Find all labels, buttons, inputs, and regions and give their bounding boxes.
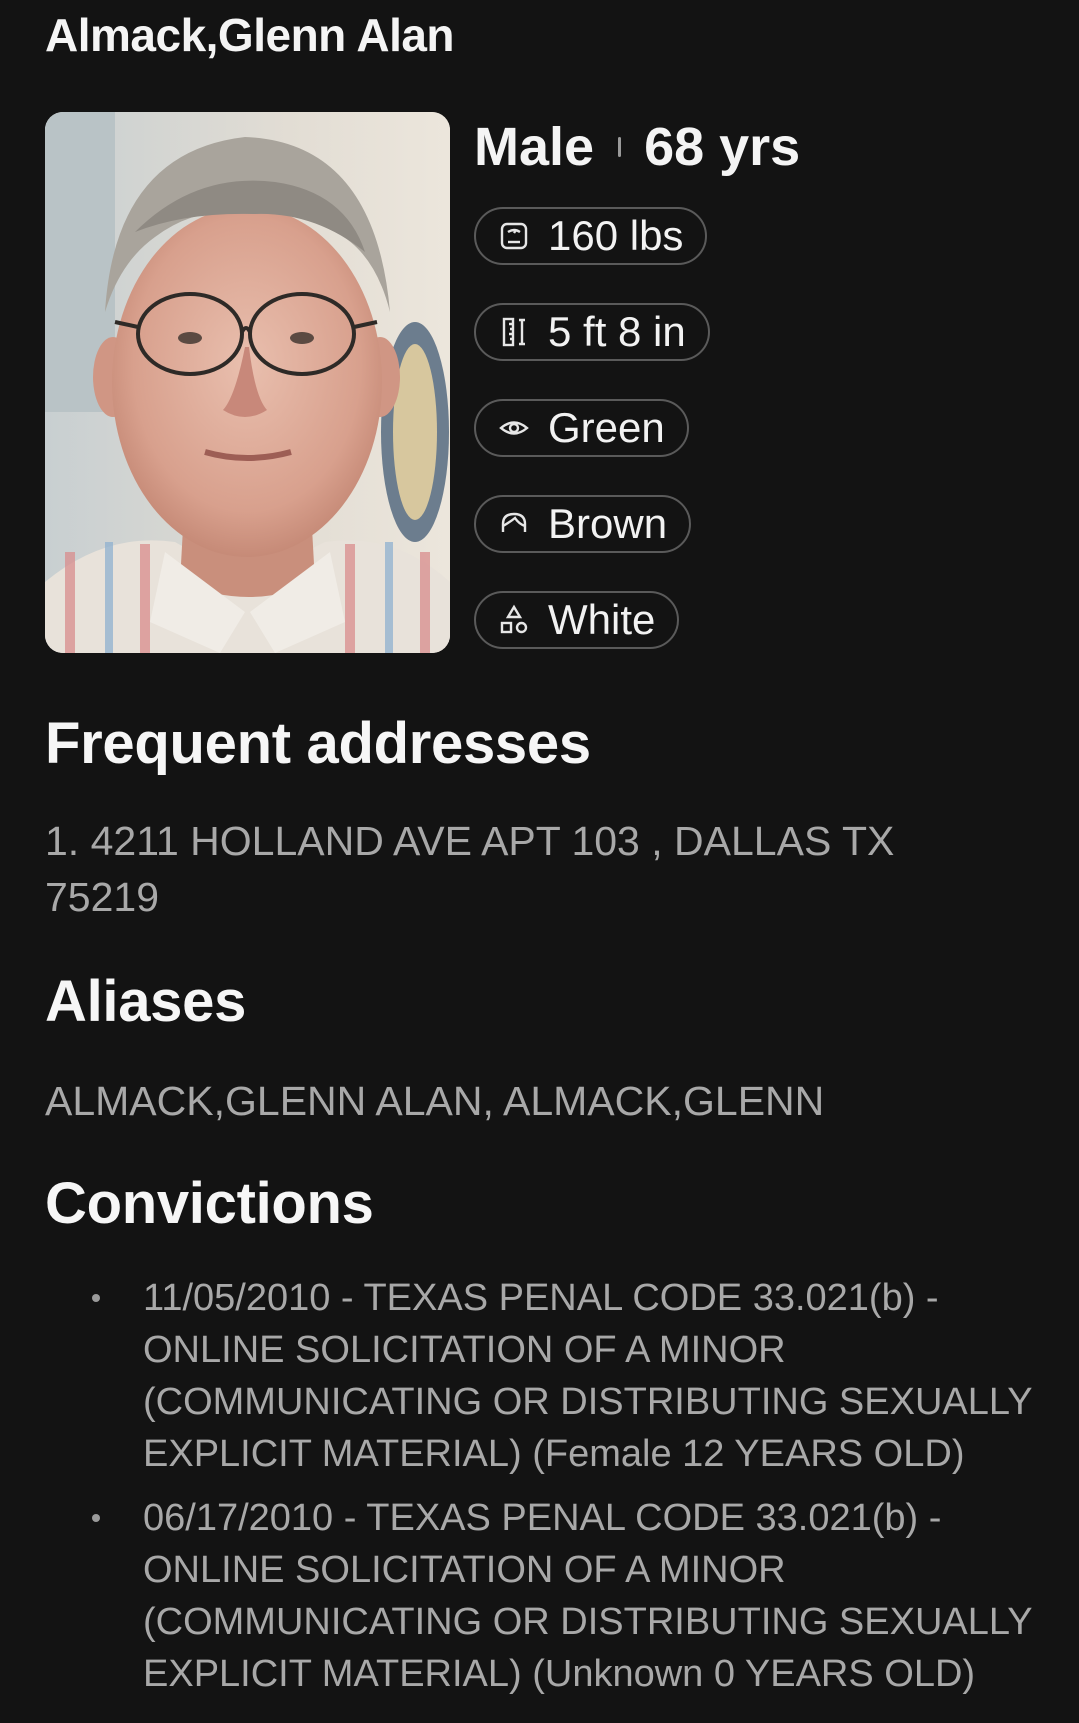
offender-profile-page: Almack,Glenn Alan Male 68 yrs 160 lbs 5 …	[0, 0, 1079, 1723]
shapes-icon	[498, 604, 530, 636]
bullet	[92, 1294, 100, 1302]
conviction-text: 06/17/2010 - TEXAS PENAL CODE 33.021(b) …	[143, 1497, 1032, 1695]
eye-icon	[498, 412, 530, 444]
address-item: 1. 4211 HOLLAND AVE APT 103 , DALLAS TX …	[45, 818, 895, 920]
conviction-item: 06/17/2010 - TEXAS PENAL CODE 33.021(b) …	[0, 1492, 1079, 1700]
profile-photo-image	[45, 112, 450, 653]
profile-photo	[45, 112, 450, 653]
age-value: 68 yrs	[644, 117, 801, 177]
scale-icon	[498, 220, 530, 252]
hair-color-value: Brown	[548, 500, 668, 547]
aliases-text: ALMACK,GLENN ALAN, ALMACK,GLENN	[45, 1078, 825, 1124]
weight-value: 160 lbs	[548, 212, 684, 259]
bullet	[92, 1514, 100, 1522]
separator	[618, 137, 622, 157]
weight-chip: 160 lbs	[474, 207, 708, 265]
height-chip: 5 ft 8 in	[474, 303, 710, 361]
convictions-heading: Convictions	[45, 1171, 374, 1236]
conviction-item: 11/05/2010 - TEXAS PENAL CODE 33.021(b) …	[0, 1272, 1079, 1480]
hair-color-chip: Brown	[474, 495, 692, 553]
sex-age-row: Male 68 yrs	[474, 112, 800, 182]
height-value: 5 ft 8 in	[548, 308, 686, 355]
eye-color-chip: Green	[474, 399, 689, 457]
sex-value: Male	[474, 117, 595, 177]
hair-icon	[498, 508, 530, 540]
addresses-heading: Frequent addresses	[45, 711, 591, 776]
profile-name: Almack,Glenn Alan	[45, 9, 455, 61]
aliases-heading: Aliases	[45, 969, 247, 1034]
conviction-text: 11/05/2010 - TEXAS PENAL CODE 33.021(b) …	[143, 1277, 1032, 1475]
race-value: White	[548, 596, 656, 643]
convictions-list: 11/05/2010 - TEXAS PENAL CODE 33.021(b) …	[0, 1272, 1079, 1712]
ruler-icon	[498, 316, 530, 348]
race-chip: White	[474, 591, 680, 649]
eye-color-value: Green	[548, 404, 665, 451]
